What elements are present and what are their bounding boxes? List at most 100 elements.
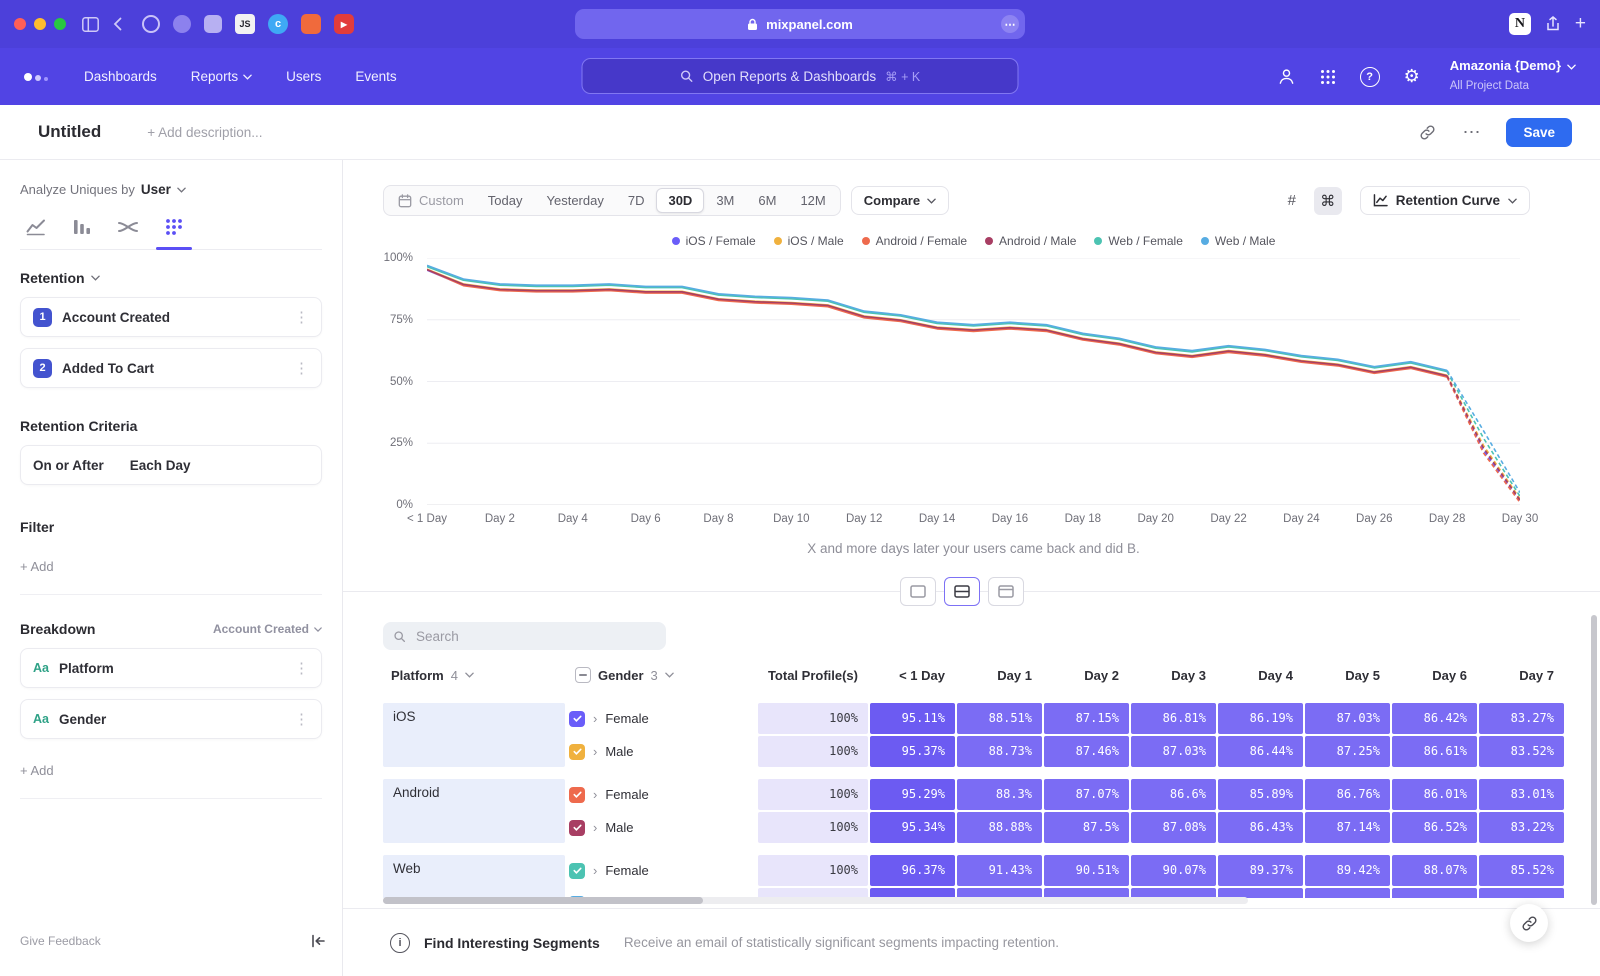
javascript-extension-icon[interactable] <box>235 14 255 34</box>
address-bar[interactable]: mixpanel.com ⋯ <box>575 9 1025 39</box>
minimize-window-icon[interactable] <box>34 18 46 30</box>
clock-extension-icon[interactable] <box>142 15 160 33</box>
value-column-header[interactable]: Day 6 <box>1392 668 1477 683</box>
help-icon[interactable]: ? <box>1360 67 1380 87</box>
checkbox-checked-icon[interactable] <box>569 711 585 727</box>
retention-step-2[interactable]: 2 Added To Cart ⋮ <box>20 348 322 388</box>
horizontal-scrollbar[interactable] <box>383 897 1248 904</box>
interesting-segments-title[interactable]: Find Interesting Segments <box>424 935 600 951</box>
add-filter-button[interactable]: + Add <box>20 559 322 595</box>
kebab-menu-icon[interactable]: ⋮ <box>294 710 309 728</box>
legend-item[interactable]: Android / Male <box>985 234 1076 248</box>
gender-row[interactable]: ›Male <box>567 736 756 767</box>
table-only-view-icon[interactable] <box>988 577 1024 606</box>
report-title[interactable]: Untitled <box>38 122 101 142</box>
value-column-header[interactable]: Day 7 <box>1479 668 1564 683</box>
retention-line-chart[interactable] <box>427 258 1520 505</box>
chevron-right-icon[interactable]: › <box>593 711 597 726</box>
chevron-right-icon[interactable]: › <box>593 744 597 759</box>
legend-item[interactable]: iOS / Female <box>672 234 756 248</box>
nav-item-reports[interactable]: Reports <box>191 69 252 84</box>
checkbox-checked-icon[interactable] <box>569 863 585 879</box>
horizontal-scrollbar-thumb[interactable] <box>383 897 703 904</box>
retention-section-header[interactable]: Retention <box>20 270 322 286</box>
add-breakdown-button[interactable]: + Add <box>20 763 322 799</box>
kebab-menu-icon[interactable]: ⋮ <box>294 659 309 677</box>
table-search[interactable] <box>383 622 666 650</box>
add-description[interactable]: + Add description... <box>147 125 262 140</box>
legend-item[interactable]: Web / Female <box>1094 234 1182 248</box>
gitlab-extension-icon[interactable] <box>301 14 321 34</box>
maximize-window-icon[interactable] <box>54 18 66 30</box>
dot-extension-icon[interactable] <box>173 15 191 33</box>
legend-item[interactable]: iOS / Male <box>774 234 844 248</box>
gender-row[interactable]: ›Female <box>567 703 756 734</box>
vertical-scrollbar[interactable] <box>1591 615 1597 905</box>
date-range-6m[interactable]: 6M <box>746 188 788 213</box>
notion-extension-icon[interactable]: N <box>1509 13 1531 35</box>
breakdown-platform[interactable]: Aa Platform ⋮ <box>20 648 322 688</box>
chevron-right-icon[interactable]: › <box>593 787 597 802</box>
nav-item-events[interactable]: Events <box>355 69 396 84</box>
checkbox-checked-icon[interactable] <box>569 787 585 803</box>
breakdown-scope-dropdown[interactable]: Account Created <box>213 622 322 636</box>
kebab-menu-icon[interactable]: ⋮ <box>294 308 309 326</box>
browser-sidebar-toggle-icon[interactable] <box>82 17 99 32</box>
value-column-header[interactable]: Day 5 <box>1305 668 1390 683</box>
share-icon[interactable] <box>1546 16 1560 32</box>
circle-extension-icon[interactable] <box>268 14 288 34</box>
value-column-header[interactable]: < 1 Day <box>870 668 955 683</box>
date-range-today[interactable]: Today <box>476 188 535 213</box>
nav-item-dashboards[interactable]: Dashboards <box>84 69 157 84</box>
value-column-header[interactable]: Total Profile(s) <box>758 668 868 683</box>
chart-type-dropdown[interactable]: Retention Curve <box>1360 186 1530 215</box>
gender-row[interactable]: ›Male <box>567 812 756 843</box>
value-column-header[interactable]: Day 3 <box>1131 668 1216 683</box>
retention-criteria-row[interactable]: On or After Each Day <box>20 445 322 485</box>
annotations-hash-icon[interactable]: # <box>1278 187 1306 215</box>
date-range-12m[interactable]: 12M <box>788 188 837 213</box>
keyboard-shortcuts-icon[interactable]: ⌘ <box>1314 187 1342 215</box>
criteria-interval-dropdown[interactable]: Each Day <box>130 458 191 473</box>
gender-row[interactable]: ›Female <box>567 855 756 886</box>
youtube-extension-icon[interactable] <box>334 14 354 34</box>
gender-column-header[interactable]: Gender 3 <box>567 667 756 683</box>
retention-step-1[interactable]: 1 Account Created ⋮ <box>20 297 322 337</box>
value-column-header[interactable]: Day 2 <box>1044 668 1129 683</box>
date-range-30d[interactable]: 30D <box>656 188 704 213</box>
series-line-web-male[interactable] <box>427 265 1447 370</box>
account-menu[interactable]: Amazonia {Demo} All Project Data <box>1450 58 1576 94</box>
platform-group-cell[interactable]: Web <box>383 855 565 898</box>
nav-item-users[interactable]: Users <box>286 69 321 84</box>
checkbox-checked-icon[interactable] <box>569 744 585 760</box>
more-options-icon[interactable]: ⋯ <box>1462 122 1480 143</box>
legend-item[interactable]: Web / Male <box>1201 234 1275 248</box>
value-column-header[interactable]: Day 4 <box>1218 668 1303 683</box>
date-range-3m[interactable]: 3M <box>704 188 746 213</box>
global-search[interactable]: Open Reports & Dashboards ⌘ + K <box>582 58 1019 94</box>
apps-grid-icon[interactable] <box>1320 69 1336 85</box>
chart-only-view-icon[interactable] <box>900 577 936 606</box>
tab-retention-icon[interactable] <box>162 217 186 237</box>
table-search-input[interactable] <box>414 628 638 645</box>
tab-funnels-icon[interactable] <box>70 217 94 237</box>
date-range-7d[interactable]: 7D <box>616 188 657 213</box>
platform-group-cell[interactable]: Android <box>383 779 565 843</box>
chevron-right-icon[interactable]: › <box>593 820 597 835</box>
give-feedback-link[interactable]: Give Feedback <box>20 934 101 948</box>
mixpanel-logo[interactable] <box>24 73 48 81</box>
value-column-header[interactable]: Day 1 <box>957 668 1042 683</box>
chevron-right-icon[interactable]: › <box>593 863 597 878</box>
date-range-custom[interactable]: Custom <box>386 188 476 213</box>
breakdown-gender[interactable]: Aa Gender ⋮ <box>20 699 322 739</box>
data-management-icon[interactable] <box>1277 67 1296 86</box>
kebab-menu-icon[interactable]: ⋮ <box>294 359 309 377</box>
gender-row[interactable]: ›Female <box>567 779 756 810</box>
close-window-icon[interactable] <box>14 18 26 30</box>
platform-column-header[interactable]: Platform 4 <box>383 668 565 683</box>
address-more-icon[interactable]: ⋯ <box>1001 15 1019 33</box>
back-icon[interactable] <box>113 17 122 31</box>
tab-insights-icon[interactable] <box>24 217 48 237</box>
collapse-sidebar-icon[interactable] <box>311 934 326 948</box>
date-range-yesterday[interactable]: Yesterday <box>535 188 616 213</box>
